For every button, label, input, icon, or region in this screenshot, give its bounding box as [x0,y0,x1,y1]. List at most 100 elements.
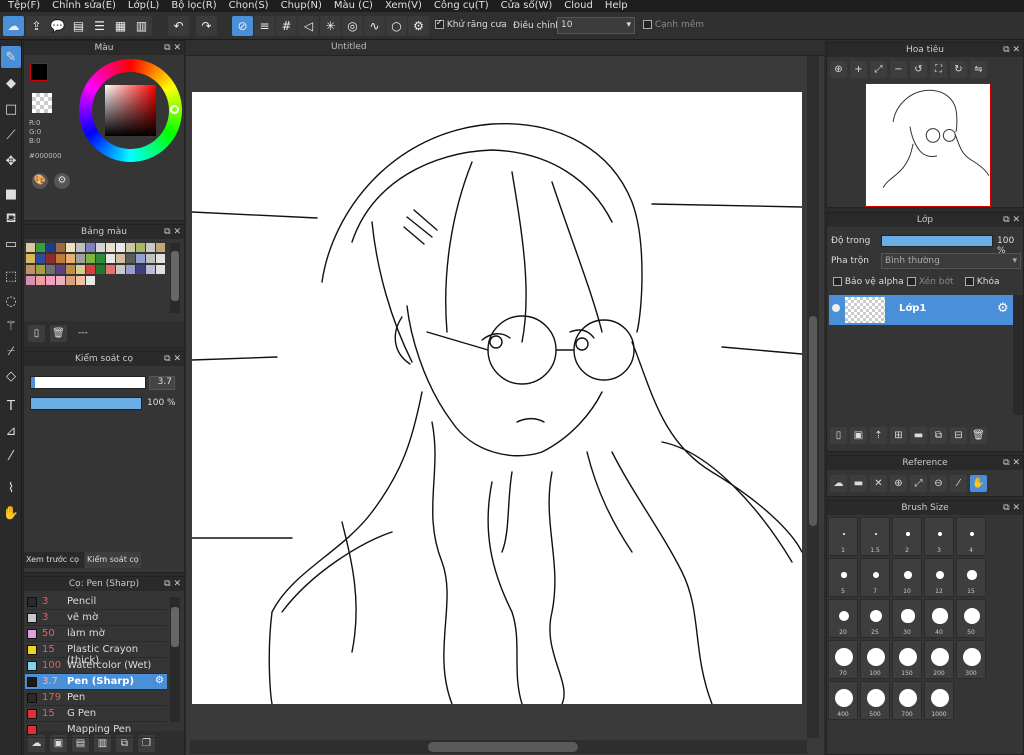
color-swatch[interactable] [56,243,65,252]
brush-size-preset[interactable]: 70 [828,640,858,679]
close-icon[interactable]: ⧉ ✕ [1003,43,1020,57]
text-tool-icon[interactable]: T [1,395,21,417]
saturation-square[interactable] [105,85,156,136]
rotate-left-icon[interactable]: ↺ [910,61,927,78]
brush-size-preset[interactable]: 25 [860,599,890,638]
vertical-scroll-thumb[interactable] [809,316,817,526]
brush-settings-icon[interactable]: ⚙ [155,675,164,686]
close-icon[interactable]: ⧉ ✕ [1003,501,1020,515]
layer-add-icon[interactable]: ⊞ [890,427,907,444]
brush-size-preset[interactable]: 500 [860,681,890,720]
color-swatch[interactable] [26,243,35,252]
color-swatch[interactable] [46,254,55,263]
brush-list-scrollbar[interactable] [170,597,180,722]
fill-rect-tool-icon[interactable]: ■ [1,183,21,205]
close-icon[interactable]: ⧉ ✕ [164,225,181,239]
pipette-tool-icon[interactable]: ⌇ [1,477,21,499]
color-swatch[interactable] [26,265,35,274]
drawing-canvas[interactable] [192,92,802,704]
color-swatch[interactable] [116,265,125,274]
lock-toggle[interactable]: Khóa [965,277,1000,287]
brush-size-preset[interactable]: 12 [924,558,954,597]
menu-item[interactable]: Cửa sổ(W) [495,0,559,12]
fit-icon[interactable]: ⤢ [870,61,887,78]
color-settings-icon[interactable]: ⚙ [54,173,70,189]
color-swatch[interactable] [126,243,135,252]
brush-list-item[interactable]: 100 Watercolor (Wet) [25,658,167,674]
color-swatch[interactable] [66,243,75,252]
brush-size-preset[interactable]: 15 [956,558,986,597]
ref-hand-icon[interactable]: ✋ [970,475,987,492]
color-swatch[interactable] [46,276,55,285]
color-swatch[interactable] [96,265,105,274]
delete-palette-icon[interactable]: 🗑 [50,325,67,342]
visibility-icon[interactable] [832,304,840,312]
color-swatch[interactable] [86,243,95,252]
layer-row[interactable]: Lớp1 ⚙ [829,295,1013,325]
brush-size-preset[interactable]: 30 [892,599,922,638]
hand-tool-icon[interactable]: ✋ [1,502,21,524]
menu-item[interactable]: Công cụ(T) [428,0,495,12]
brush-opacity-slider[interactable] [30,397,142,410]
layer-folder-icon[interactable]: ▬ [910,427,927,444]
color-swatch[interactable] [116,243,125,252]
tab-brush-preview[interactable]: Xem trước cọ [24,552,84,568]
color-swatch[interactable] [136,254,145,263]
gradient-tool-icon[interactable]: ▭ [1,233,21,255]
adjust-select[interactable]: 10 ▾ [557,17,635,34]
antialias-toggle[interactable]: Khử răng cưa [435,20,507,30]
color-swatch[interactable] [136,265,145,274]
rotate-right-icon[interactable]: ↻ [950,61,967,78]
menu-item[interactable]: Help [599,0,634,12]
ref-cloud-icon[interactable]: ☁ [830,475,847,492]
brush-size-preset[interactable]: 1 [828,517,858,556]
select-eraser-tool-icon[interactable]: ◇ [1,365,21,387]
brush-size-preset[interactable]: 40 [924,599,954,638]
ref-close-icon[interactable]: ✕ [870,475,887,492]
menu-item[interactable]: Xem(V) [379,0,428,12]
color-wheel[interactable] [79,59,182,162]
settings-icon[interactable]: ⚙ [408,16,429,36]
color-swatch[interactable] [76,276,85,285]
close-icon[interactable]: ⧉ ✕ [164,577,181,591]
concentric-snap-icon[interactable]: ◎ [342,16,363,36]
close-icon[interactable]: ⧉ ✕ [1003,213,1020,227]
panel-tool-icon[interactable]: ⊿ [1,420,21,442]
cloud-icon[interactable]: ☁ [3,16,24,36]
ref-open-icon[interactable]: ▬ [850,475,867,492]
brush-size-preset[interactable]: 200 [924,640,954,679]
list-icon[interactable]: ☰ [89,16,110,36]
color-swatch[interactable] [36,254,45,263]
actual-size-icon[interactable]: ⛶ [930,61,947,78]
curve-snap-icon[interactable]: ∿ [364,16,385,36]
menu-item[interactable]: Tệp(F) [2,0,46,12]
menu-item[interactable]: Màu (C) [328,0,379,12]
layer-duplicate-icon[interactable]: ⧉ [930,427,947,444]
color-swatch[interactable] [106,254,115,263]
radial-snap-icon[interactable]: ✳ [320,16,341,36]
color-swatch[interactable] [76,254,85,263]
brush-list-item[interactable]: 3 Pencil [25,594,167,610]
color-swatch[interactable] [156,254,165,263]
color-swatch[interactable] [146,265,155,274]
color-swatch[interactable] [126,265,135,274]
line-tool-icon[interactable]: ⟋ [1,124,21,146]
new-layer-2-icon[interactable]: ▣ [850,427,867,444]
eyedropper-tool-icon[interactable]: ⁄ [1,445,21,467]
no-snap-icon[interactable]: ⊘ [232,16,253,36]
brush-size-preset[interactable]: 3 [924,517,954,556]
protect-alpha-toggle[interactable]: Bảo vệ alpha [833,277,904,287]
color-swatch[interactable] [106,265,115,274]
color-swatch[interactable] [36,276,45,285]
zoom-plus-icon[interactable]: + [850,61,867,78]
layer-icon[interactable]: ▦ [110,16,131,36]
palette-icon[interactable]: 🎨 [32,173,48,189]
brush-size-preset[interactable]: 700 [892,681,922,720]
bucket-tool-icon[interactable]: ⛾ [1,208,21,230]
layer-delete-icon[interactable]: 🗑 [970,427,987,444]
menu-item[interactable]: Cloud [558,0,599,12]
layer-scrollbar[interactable] [1013,295,1023,415]
blend-select[interactable]: Bình thường ▾ [881,253,1021,269]
brush-size-preset[interactable]: 20 [828,599,858,638]
brush-list-item[interactable]: Mapping Pen [25,722,167,738]
